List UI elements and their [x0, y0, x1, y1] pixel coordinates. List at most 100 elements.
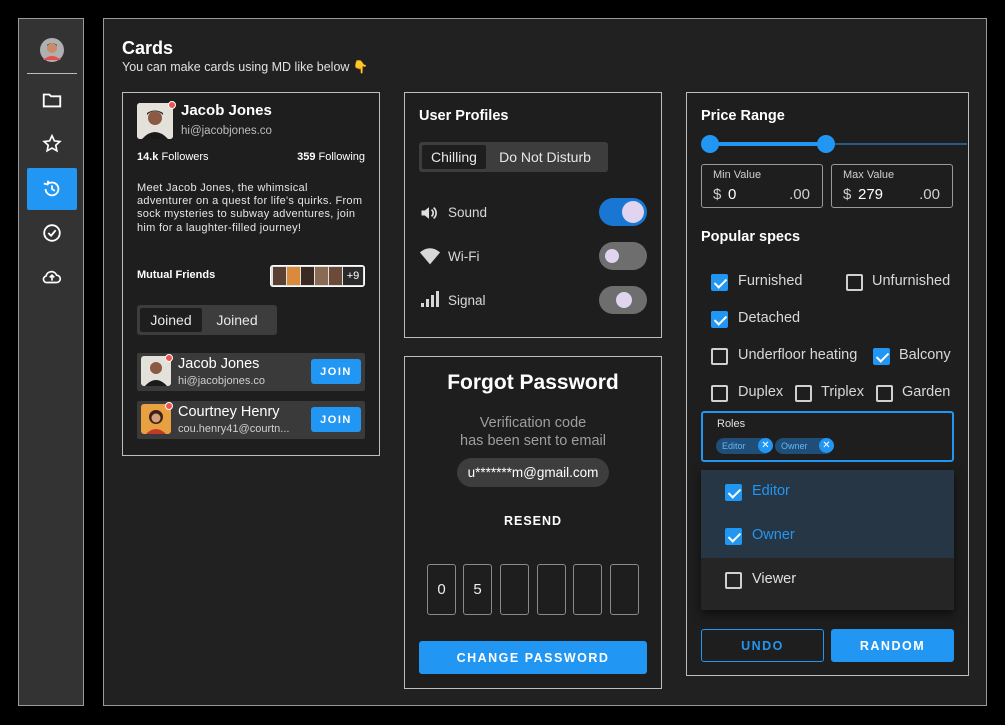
- remove-chip-icon[interactable]: ✕: [758, 438, 773, 453]
- following-count: 359: [297, 151, 316, 163]
- mutual-friends-avatars[interactable]: +9: [270, 265, 365, 287]
- profile-name: Jacob Jones: [181, 102, 272, 119]
- undo-button[interactable]: UNDO: [701, 629, 824, 662]
- profile-card: Jacob Jones hi@jacobjones.co 14.k Follow…: [122, 92, 380, 456]
- sidebar-item-history[interactable]: [27, 168, 77, 210]
- signal-icon: [421, 291, 439, 307]
- change-password-button[interactable]: CHANGE PASSWORD: [419, 641, 647, 674]
- otp-digit-6[interactable]: [610, 564, 639, 615]
- min-cents: .00: [789, 186, 810, 203]
- status-tabs: Chilling Do Not Disturb: [419, 142, 608, 172]
- role-option-checkbox[interactable]: [725, 572, 742, 589]
- online-status-dot: [165, 354, 173, 362]
- mutual-avatar-icon: [329, 267, 342, 285]
- price-range-title: Price Range: [701, 108, 785, 124]
- wifi-icon: [419, 248, 441, 265]
- profile-email: hi@jacobjones.co: [181, 125, 272, 137]
- volume-icon: [421, 206, 437, 220]
- remove-chip-icon[interactable]: ✕: [819, 438, 834, 453]
- verification-message-line2: has been sent to email: [460, 433, 606, 449]
- avatar-icon: [40, 38, 64, 62]
- mutual-avatar-icon: [287, 267, 300, 285]
- range-slider-max-handle[interactable]: [817, 135, 835, 153]
- toggle-knob: [622, 201, 644, 223]
- min-value-field[interactable]: Min Value $ 0 .00: [701, 164, 823, 208]
- otp-digit-5[interactable]: [573, 564, 602, 615]
- spec-checkbox[interactable]: [711, 311, 728, 328]
- sidebar-item-upload[interactable]: [27, 256, 77, 298]
- sidebar-item-folder[interactable]: [27, 79, 77, 121]
- followers-stat: 14.k Followers: [137, 151, 209, 163]
- spec-checkbox[interactable]: [876, 385, 893, 402]
- star-icon: [42, 133, 62, 153]
- max-value-label: Max Value: [843, 169, 895, 181]
- following-stat: 359 Following: [297, 151, 365, 163]
- otp-digit-1[interactable]: 0: [427, 564, 456, 615]
- otp-digit-3[interactable]: [500, 564, 529, 615]
- spec-label: Furnished: [738, 273, 803, 289]
- profile-tab-joined-2[interactable]: Joined: [202, 308, 272, 332]
- role-option-checkbox[interactable]: [725, 528, 742, 545]
- spec-checkbox[interactable]: [873, 348, 890, 365]
- roles-dropdown: Editor Owner Viewer: [701, 470, 954, 610]
- sidebar: [18, 18, 84, 706]
- user-avatar[interactable]: [27, 29, 77, 71]
- random-button[interactable]: RANDOM: [831, 629, 954, 662]
- roles-label: Roles: [717, 418, 746, 430]
- range-slider-fill: [709, 142, 827, 146]
- profile-tabs: Joined Joined: [137, 305, 277, 335]
- spec-label: Detached: [738, 310, 801, 326]
- profile-avatar: [137, 103, 173, 139]
- page-title: Cards: [122, 38, 174, 58]
- roles-select[interactable]: Roles Editor ✕ Owner ✕: [701, 411, 954, 462]
- masked-email: u*******m@gmail.com: [457, 458, 609, 487]
- otp-digit-4[interactable]: [537, 564, 566, 615]
- role-option-editor[interactable]: Editor: [701, 470, 954, 514]
- wifi-toggle[interactable]: [599, 242, 647, 270]
- followers-count: 14.k: [137, 151, 159, 163]
- sound-toggle[interactable]: [599, 198, 647, 226]
- role-option-label: Viewer: [752, 571, 797, 587]
- role-option-owner[interactable]: Owner: [701, 514, 954, 558]
- spec-label: Duplex: [738, 384, 784, 400]
- friend-email: cou.henry41@courtn...: [178, 423, 290, 435]
- spec-checkbox[interactable]: [711, 274, 728, 291]
- spec-checkbox[interactable]: [711, 385, 728, 402]
- join-button[interactable]: JOIN: [311, 407, 361, 432]
- online-status-dot: [168, 101, 176, 109]
- spec-checkbox[interactable]: [795, 385, 812, 402]
- role-chip-label: Editor: [722, 441, 746, 451]
- signal-label: Signal: [448, 293, 486, 308]
- spec-checkbox[interactable]: [846, 274, 863, 291]
- role-option-checkbox[interactable]: [725, 484, 742, 501]
- friend-name: Jacob Jones: [178, 356, 260, 372]
- profile-tab-joined-1[interactable]: Joined: [140, 308, 202, 332]
- min-value-label: Min Value: [713, 169, 762, 181]
- role-option-label: Editor: [752, 483, 790, 499]
- sidebar-item-tasks[interactable]: [27, 212, 77, 254]
- followers-label: Followers: [161, 151, 209, 163]
- sidebar-item-favorites[interactable]: [27, 123, 77, 165]
- max-value-field[interactable]: Max Value $ 279 .00: [831, 164, 953, 208]
- status-tab-chilling[interactable]: Chilling: [422, 145, 486, 169]
- toggle-knob: [616, 292, 632, 308]
- status-tab-dnd[interactable]: Do Not Disturb: [486, 145, 604, 169]
- min-value: 0: [728, 186, 737, 203]
- user-profiles-card: User Profiles Chilling Do Not Disturb So…: [404, 92, 662, 338]
- friend-row: Courtney Henry cou.henry41@courtn... JOI…: [137, 401, 365, 439]
- person-photo-icon: [137, 103, 173, 139]
- max-cents: .00: [919, 186, 940, 203]
- mutual-more-count: +9: [343, 267, 363, 285]
- cloud-upload-icon: [42, 270, 62, 284]
- join-button[interactable]: JOIN: [311, 359, 361, 384]
- range-slider-min-handle[interactable]: [701, 135, 719, 153]
- resend-button[interactable]: RESEND: [405, 514, 661, 528]
- max-value: 279: [858, 186, 884, 203]
- spec-checkbox[interactable]: [711, 348, 728, 365]
- role-chip-owner: Owner ✕: [775, 438, 834, 454]
- otp-digit-2[interactable]: 5: [463, 564, 492, 615]
- signal-toggle[interactable]: [599, 286, 647, 314]
- role-option-viewer[interactable]: Viewer: [701, 558, 954, 602]
- mutual-friends-label: Mutual Friends: [137, 269, 216, 281]
- price-range-card: Price Range Min Value $ 0 .00 Max Value …: [686, 92, 969, 676]
